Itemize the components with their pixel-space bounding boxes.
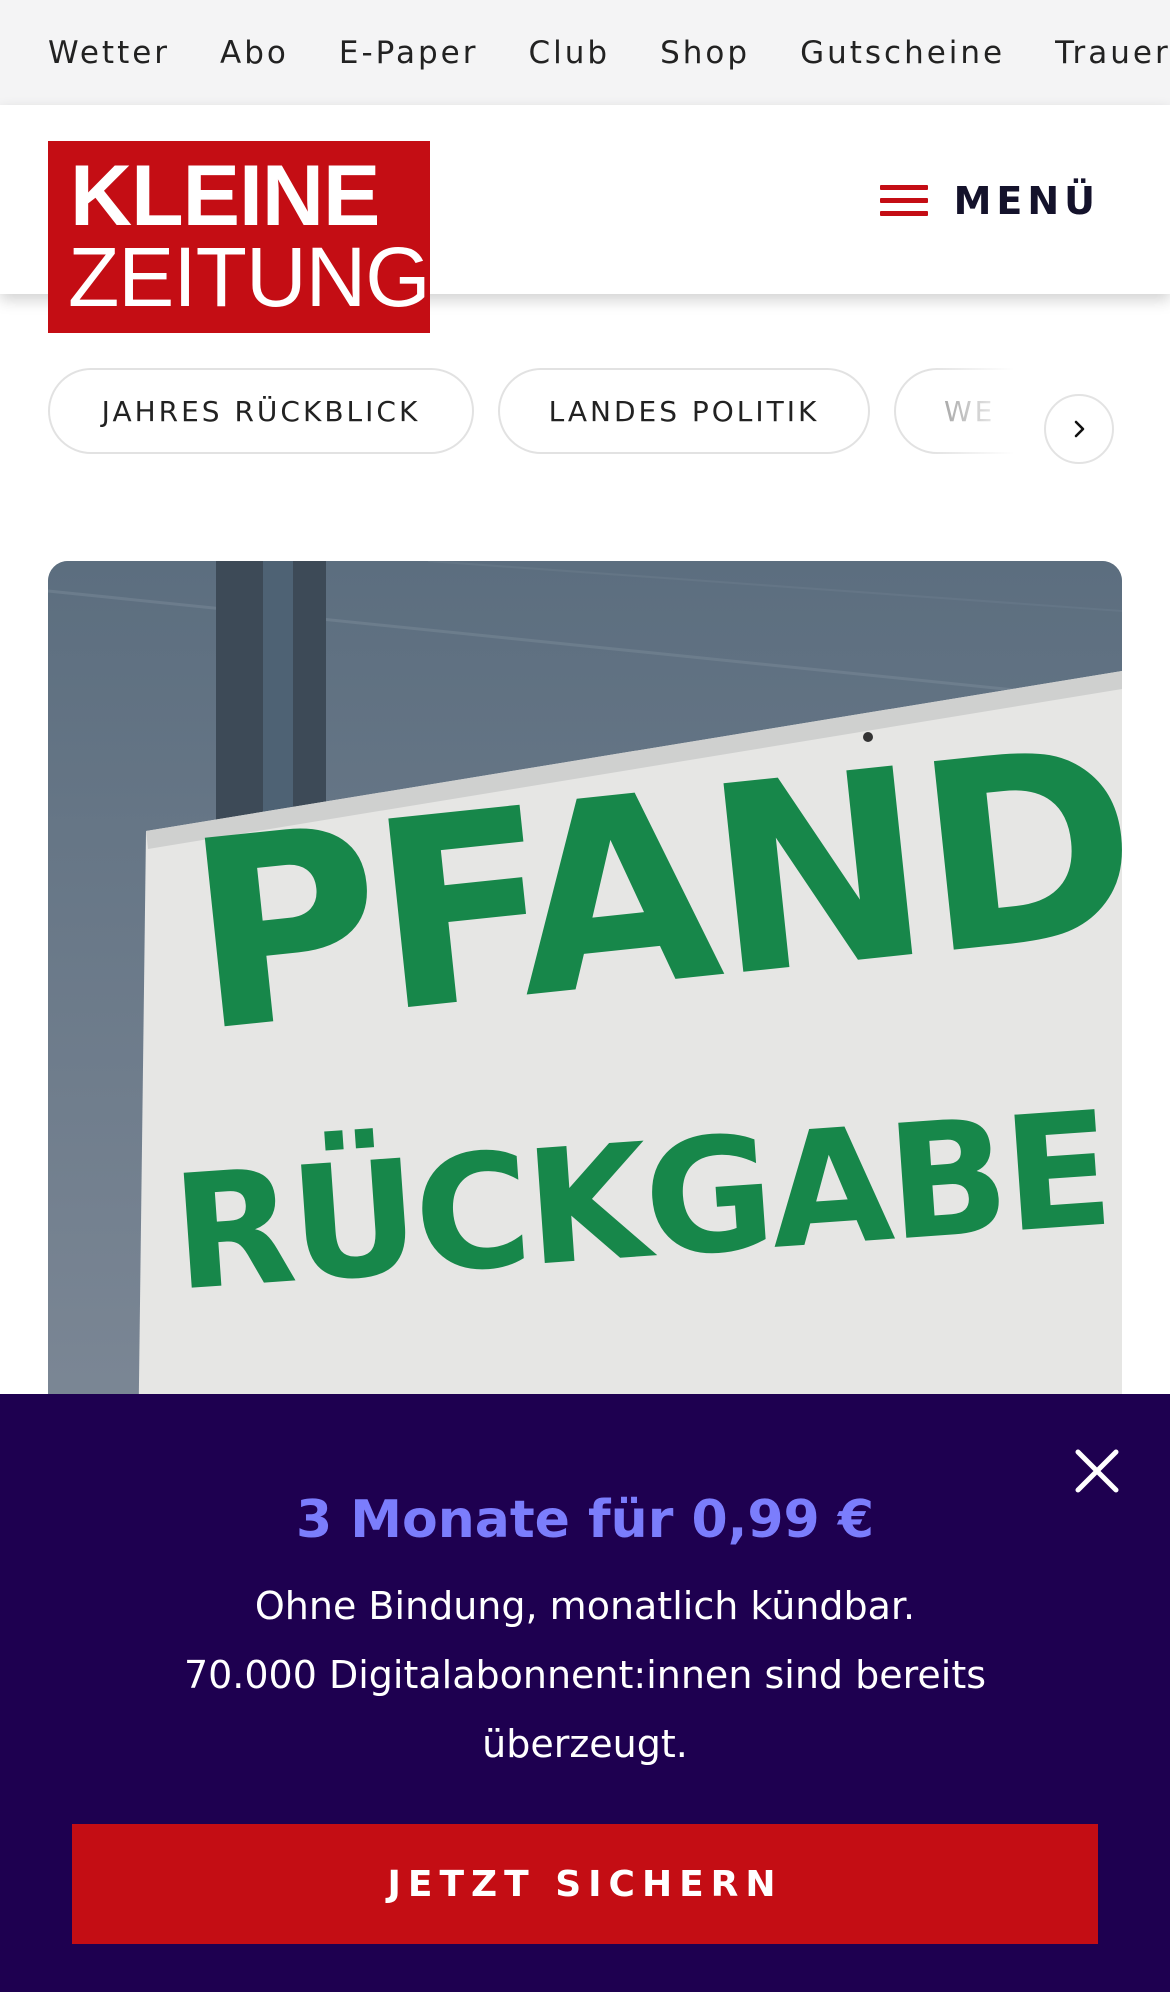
offer-description: Ohne Bindung, monatlich kündbar. 70.000 … [150, 1572, 1020, 1779]
nav-link-epaper[interactable]: E-Paper [339, 35, 479, 71]
offer-line-2: 70.000 Digitalabonnent:innen sind bereit… [183, 1653, 987, 1766]
menu-label: MENÜ [953, 179, 1100, 223]
category-pill-jahresrueckblick[interactable]: JAHRES RÜCKBLICK [48, 368, 474, 454]
utility-links: Wetter Abo E-Paper Club Shop Gutscheine … [48, 0, 1170, 105]
pills-scroll-next-button[interactable] [1044, 394, 1114, 464]
nav-link-wetter[interactable]: Wetter [48, 35, 170, 71]
pills-fade [930, 355, 1050, 495]
nav-link-trauerportal[interactable]: Trauerp [1055, 35, 1170, 71]
hamburger-icon [879, 183, 928, 219]
nav-link-gutscheine[interactable]: Gutscheine [800, 35, 1005, 71]
subscribe-cta-button[interactable]: JETZT SICHERN [72, 1824, 1098, 1944]
nav-link-shop[interactable]: Shop [660, 35, 750, 71]
nav-link-club[interactable]: Club [528, 35, 610, 71]
top-utility-nav: Wetter Abo E-Paper Club Shop Gutscheine … [0, 0, 1170, 105]
hero-image[interactable]: PFAND RÜCKGABE [48, 561, 1122, 1461]
offer-headline: 3 Monate für 0,99 € [295, 1490, 875, 1550]
nav-link-abo[interactable]: Abo [220, 35, 289, 71]
category-pills: JAHRES RÜCKBLICK LANDES POLITIK WE [48, 368, 1048, 460]
category-pill-landespolitik[interactable]: LANDES POLITIK [498, 368, 870, 454]
menu-button[interactable]: MENÜ [879, 165, 1100, 237]
logo-line-kleine: KLEINE [70, 148, 380, 244]
close-overlay-button[interactable] [1072, 1446, 1122, 1496]
logo-line-zeitung: ZEITUNG [68, 230, 431, 324]
site-logo[interactable]: KLEINE ZEITUNG [48, 141, 431, 333]
close-icon [1075, 1449, 1119, 1493]
offer-line-1: Ohne Bindung, monatlich kündbar. [254, 1584, 916, 1628]
chevron-right-icon [1074, 420, 1085, 438]
